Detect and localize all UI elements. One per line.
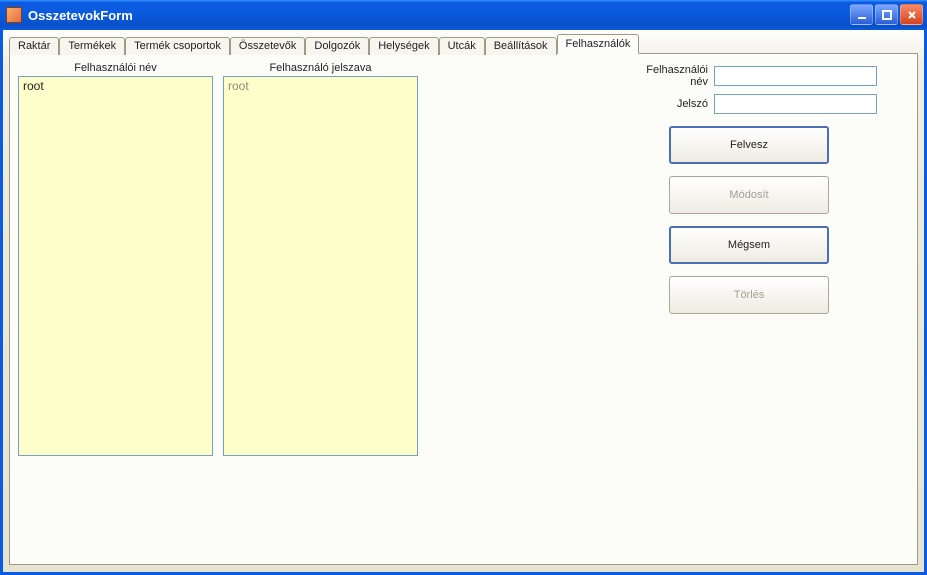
close-button[interactable] (900, 4, 923, 25)
tab-beallitasok[interactable]: Beállítások (485, 37, 557, 55)
tab-helysegek[interactable]: Helységek (369, 37, 438, 55)
button-stack: Felvesz Módosít Mégsem Törlés (669, 126, 877, 314)
close-icon (906, 9, 918, 21)
form-row-password: Jelszó (627, 94, 877, 114)
minimize-button[interactable] (850, 4, 873, 25)
titlebar[interactable]: OsszetevokForm (0, 0, 927, 30)
tab-termekek[interactable]: Termékek (59, 37, 125, 55)
window-controls (850, 4, 923, 25)
app-window: OsszetevokForm Raktár Termékek Termék cs… (0, 0, 927, 575)
cancel-button[interactable]: Mégsem (669, 226, 829, 264)
list-item[interactable]: root (23, 79, 208, 94)
tab-utcak[interactable]: Utcák (439, 37, 485, 55)
form-row-username: Felhasználói név (627, 64, 877, 88)
username-listbox[interactable]: root (18, 76, 213, 456)
tab-panel-felhasznalok: Felhasználói név root Felhasználó jelsza… (9, 53, 918, 565)
modify-button[interactable]: Módosít (669, 176, 829, 214)
password-listbox[interactable]: root (223, 76, 418, 456)
minimize-icon (856, 9, 868, 21)
password-column: Felhasználó jelszava root (223, 62, 418, 456)
tabstrip: Raktár Termékek Termék csoportok Összete… (9, 34, 918, 54)
password-column-header: Felhasználó jelszava (269, 62, 371, 74)
username-column-header: Felhasználói név (74, 62, 157, 74)
list-item[interactable]: root (228, 79, 413, 94)
tab-termek-csoportok[interactable]: Termék csoportok (125, 37, 230, 55)
username-column: Felhasználói név root (18, 62, 213, 456)
maximize-button[interactable] (875, 4, 898, 25)
form-panel: Felhasználói név Jelszó Felvesz Módosít … (627, 64, 877, 314)
tab-dolgozok[interactable]: Dolgozók (305, 37, 369, 55)
tab-felhasznalok[interactable]: Felhasználók (557, 34, 640, 54)
app-icon (6, 7, 22, 23)
delete-button[interactable]: Törlés (669, 276, 829, 314)
tab-osszetevok[interactable]: Összetevők (230, 37, 305, 55)
tab-raktar[interactable]: Raktár (9, 37, 59, 55)
username-label: Felhasználói név (627, 64, 714, 88)
add-button[interactable]: Felvesz (669, 126, 829, 164)
username-input[interactable] (714, 66, 877, 86)
maximize-icon (881, 9, 893, 21)
client-area: Raktár Termékek Termék csoportok Összete… (0, 30, 927, 575)
password-label: Jelszó (627, 98, 714, 110)
password-input[interactable] (714, 94, 877, 114)
window-title: OsszetevokForm (28, 8, 133, 23)
